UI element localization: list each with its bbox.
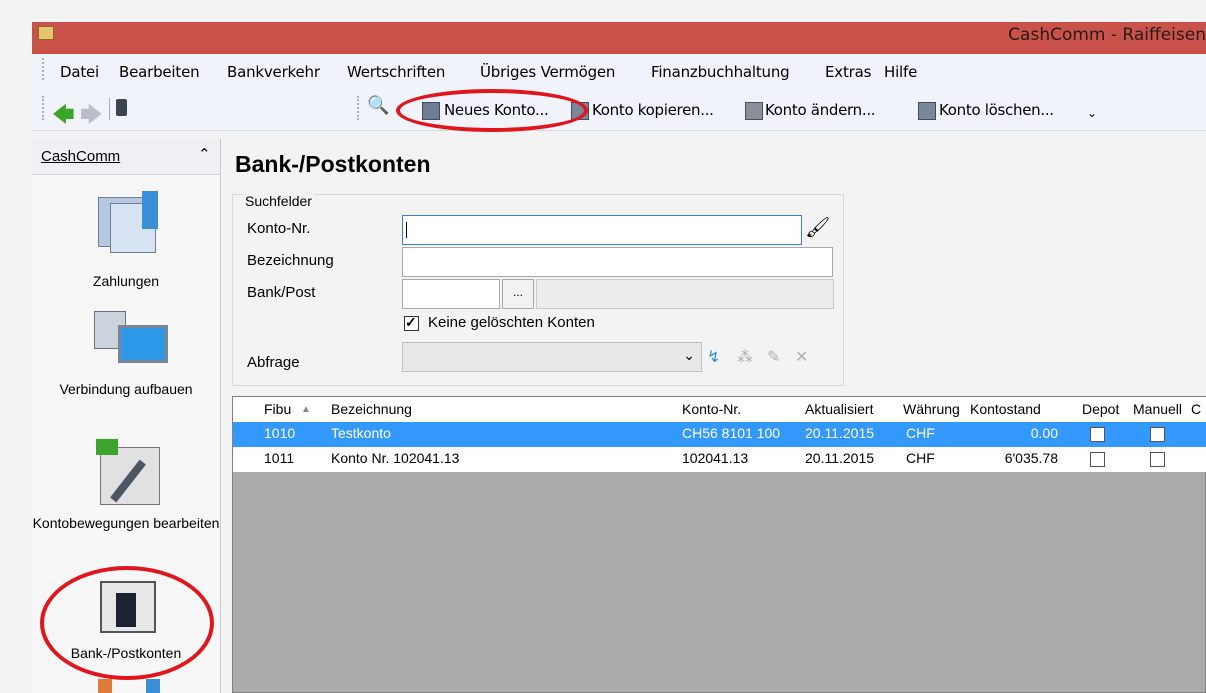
main-content: Bank-/Postkonten Suchfelder Konto-Nr. 🖌 … [221, 139, 1206, 693]
edit-query-icon[interactable]: ✎ [767, 347, 780, 367]
bezeichnung-label: Bezeichnung [247, 252, 334, 269]
menu-bankverkehr[interactable]: Bankverkehr [227, 63, 320, 81]
connect-icon[interactable] [92, 307, 168, 367]
cell-bezeichnung: Testkonto [331, 425, 391, 441]
search-icon[interactable]: 🔍 [367, 95, 389, 116]
payments-icon[interactable] [94, 189, 164, 259]
table-row[interactable]: 1011 Konto Nr. 102041.13 102041.13 20.11… [233, 447, 1206, 472]
cell-aktualisiert: 20.11.2015 [805, 425, 875, 441]
search-group: Suchfelder Konto-Nr. 🖌 Bezeichnung Bank/… [232, 193, 844, 386]
search-group-title: Suchfelder [243, 193, 314, 209]
col-fibu[interactable]: Fibu [264, 401, 291, 417]
delete-query-icon[interactable]: ✕ [795, 347, 808, 367]
sidebar-item-kontobewegungen[interactable]: Kontobewegungen bearbeiten [32, 515, 220, 532]
cell-waehrung: CHF [906, 425, 935, 441]
menu-bar: Datei Bearbeiten Bankverkehr Wertschrift… [32, 54, 1206, 84]
phone-icon[interactable] [116, 99, 127, 116]
exclude-deleted-label: Keine gelöschten Konten [428, 314, 595, 331]
accounts-grid: Fibu ▲ Bezeichnung Konto-Nr. Aktualisier… [232, 396, 1206, 693]
col-aktualisiert[interactable]: Aktualisiert [805, 401, 873, 417]
menu-hilfe[interactable]: Hilfe [884, 63, 917, 81]
bank-label: Bank/Post [247, 284, 316, 301]
edit-account-icon [745, 102, 763, 120]
menu-finanzbuchhaltung[interactable]: Finanzbuchhaltung [651, 63, 790, 81]
toolbar: 🡄 🡆 🔍 Neues Konto... Konto kopieren... K… [32, 84, 1206, 131]
chevron-down-icon: ⌄ [683, 347, 695, 363]
grid-header: Fibu ▲ Bezeichnung Konto-Nr. Aktualisier… [233, 397, 1206, 423]
toolbar-overflow-icon[interactable]: ⌄ [1087, 106, 1097, 120]
depot-checkbox[interactable] [1090, 452, 1105, 467]
next-item-icon-2 [146, 679, 160, 693]
cell-kontostand: 0.00 [1030, 425, 1058, 441]
cell-konto-nr: 102041.13 [682, 450, 749, 466]
col-bezeichnung[interactable]: Bezeichnung [331, 401, 412, 417]
collapse-icon[interactable]: ⌃ [198, 145, 211, 163]
col-kontostand[interactable]: Kontostand [970, 401, 1041, 417]
sidebar-item-zahlungen[interactable]: Zahlungen [32, 273, 220, 290]
bank-input[interactable] [402, 279, 500, 309]
cell-konto-nr: CH56 8101 100 [682, 425, 781, 441]
abfrage-select[interactable]: ⌄ [402, 342, 702, 372]
window-title: CashComm - Raiffeisen [1008, 25, 1206, 45]
konto-input[interactable] [402, 215, 802, 245]
menu-datei[interactable]: Datei [60, 63, 99, 81]
transactions-icon[interactable] [94, 435, 164, 507]
edit-account-button[interactable]: Konto ändern... [765, 101, 876, 119]
cell-fibu: 1010 [264, 425, 296, 441]
konto-label: Konto-Nr. [247, 220, 311, 237]
app-icon [38, 26, 54, 40]
back-arrow-icon[interactable]: 🡄 [52, 98, 75, 136]
page-title: Bank-/Postkonten [235, 151, 431, 177]
cell-fibu: 1011 [264, 450, 295, 466]
bank-browse-button[interactable]: ... [502, 279, 534, 309]
col-more[interactable]: C [1191, 401, 1201, 417]
menu-uebriges-vermoegen[interactable]: Übriges Vermögen [480, 63, 615, 81]
forward-arrow-icon[interactable]: 🡆 [80, 98, 103, 136]
toolbar-separator [109, 98, 110, 120]
menu-wertschriften[interactable]: Wertschriften [347, 63, 445, 81]
menu-extras[interactable]: Extras [825, 63, 871, 81]
title-bar: CashComm - Raiffeisen [32, 22, 1206, 54]
text-cursor [406, 222, 407, 238]
cell-waehrung: CHF [906, 450, 935, 466]
sidebar-title: CashComm [41, 148, 121, 165]
checkmark-icon: ✓ [405, 314, 417, 330]
next-item-icon [98, 679, 112, 693]
cell-aktualisiert: 20.11.2015 [805, 450, 875, 466]
manuell-checkbox[interactable] [1150, 452, 1165, 467]
highlight-ellipse-new-account [396, 89, 588, 132]
col-depot[interactable]: Depot [1082, 401, 1119, 417]
cell-bezeichnung: Konto Nr. 102041.13 [331, 450, 460, 466]
abfrage-label: Abfrage [247, 354, 300, 371]
manuell-checkbox[interactable] [1150, 427, 1165, 442]
sidebar-header[interactable]: CashComm ⌃ [32, 139, 220, 175]
toolbar-grip-2 [357, 96, 363, 120]
save-query-icon[interactable]: ⁂ [737, 347, 753, 367]
copy-account-button[interactable]: Konto kopieren... [592, 101, 714, 119]
cell-kontostand: 6'035.78 [1004, 450, 1058, 466]
col-waehrung[interactable]: Währung [903, 401, 967, 417]
menu-grip [42, 58, 48, 80]
table-row[interactable]: 1010 Testkonto CH56 8101 100 20.11.2015 … [233, 422, 1206, 447]
highlight-ellipse-bank-postkonten [40, 566, 214, 680]
depot-checkbox[interactable] [1090, 427, 1105, 442]
col-manuell[interactable]: Manuell [1133, 401, 1189, 417]
clear-brush-icon[interactable]: 🖌 [805, 215, 830, 240]
menu-bearbeiten[interactable]: Bearbeiten [119, 63, 200, 81]
delete-account-icon [918, 102, 936, 120]
col-konto-nr[interactable]: Konto-Nr. [682, 401, 741, 417]
delete-account-button[interactable]: Konto löschen... [939, 101, 1054, 119]
run-query-icon[interactable]: ↯ [707, 347, 720, 367]
exclude-deleted-checkbox[interactable]: ✓ [404, 314, 419, 331]
bank-name-display [536, 279, 834, 309]
sort-ascending-icon: ▲ [301, 404, 311, 415]
sidebar-item-verbindung[interactable]: Verbindung aufbauen [32, 381, 220, 398]
bezeichnung-input[interactable] [402, 247, 833, 277]
toolbar-grip [42, 96, 48, 120]
